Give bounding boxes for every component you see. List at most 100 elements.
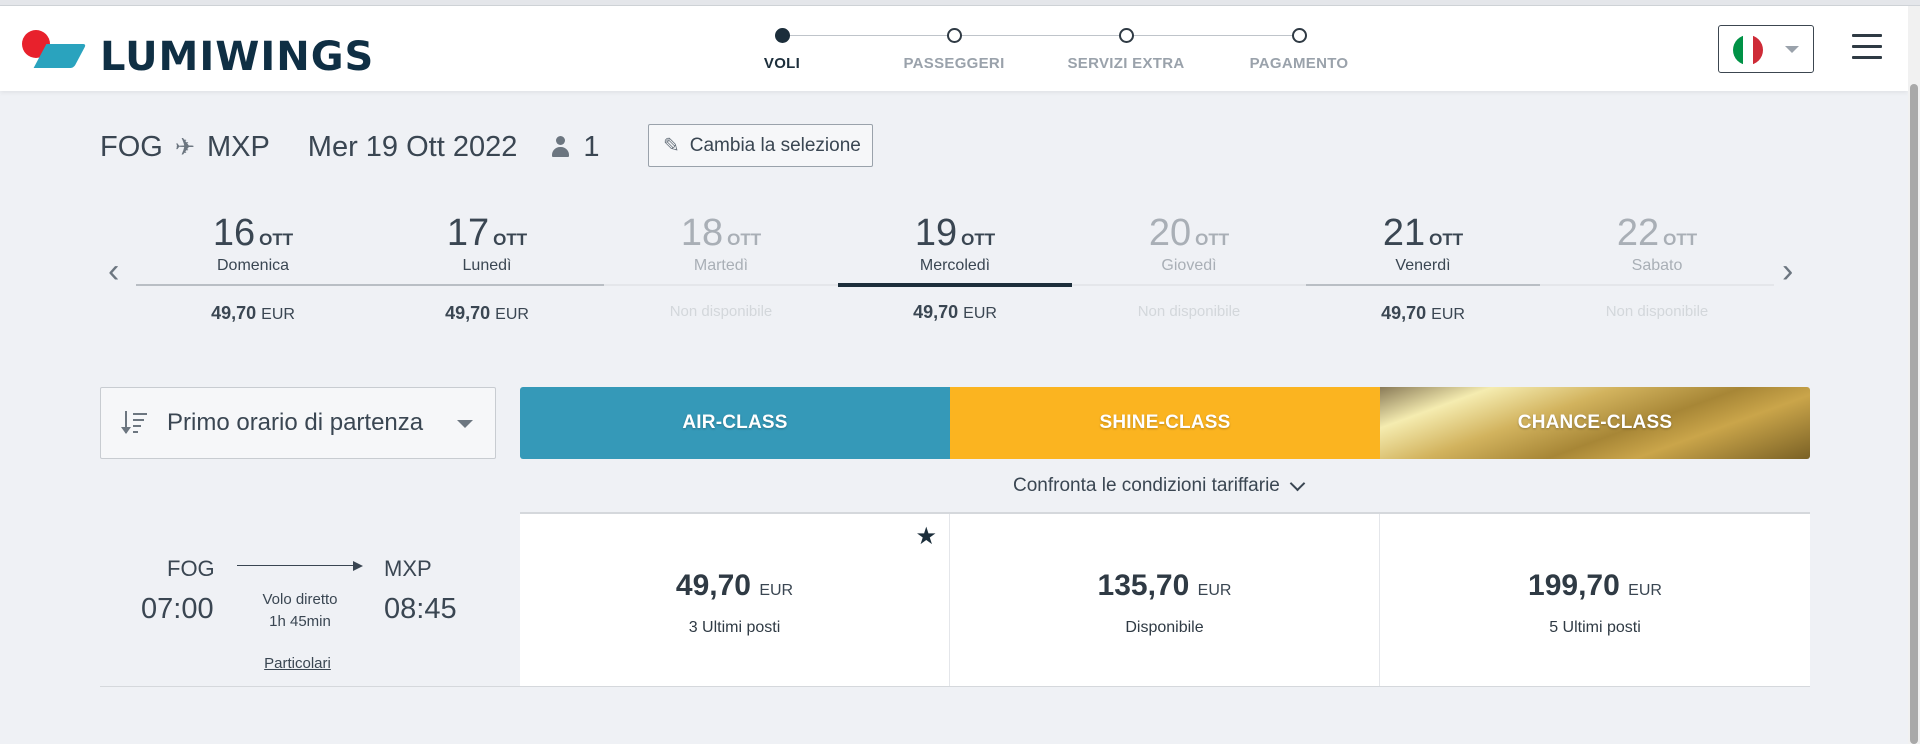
fare-amount: 135,70 EUR bbox=[950, 569, 1379, 603]
fare-currency: EUR bbox=[1197, 582, 1232, 599]
row-divider bbox=[100, 686, 1810, 687]
tab-chance-class[interactable]: CHANCE-CLASS bbox=[1380, 387, 1810, 459]
fare-availability: Disponibile bbox=[1125, 619, 1204, 636]
step-pagamento[interactable]: PAGAMENTO bbox=[1209, 28, 1389, 72]
arrival-time: 08:45 bbox=[384, 593, 457, 625]
date-underline bbox=[136, 284, 370, 286]
plane-icon: ✈ bbox=[174, 133, 195, 161]
date-weekday: Domenica bbox=[216, 257, 290, 274]
fare-air-class[interactable]: ★ 49,70 EUR 3 Ultimi posti bbox=[520, 514, 950, 686]
flight-type-label: Volo diretto bbox=[262, 591, 338, 608]
date-month: OTT bbox=[961, 230, 996, 249]
hamburger-menu-icon[interactable] bbox=[1852, 34, 1882, 60]
change-selection-button[interactable]: ✎ Cambia la selezione bbox=[648, 124, 873, 167]
compare-fares-toggle[interactable]: Confronta le condizioni tariffarie bbox=[1013, 475, 1306, 497]
date-underline bbox=[1540, 284, 1774, 286]
fare-shine-class[interactable]: 135,70 EUR Disponibile bbox=[950, 514, 1380, 686]
fare-value: 199,70 bbox=[1528, 569, 1620, 602]
price-currency: EUR bbox=[963, 305, 997, 322]
date-option: 18 OTT Martedì Non disponibile bbox=[604, 212, 838, 320]
date-price: 49,70 EUR bbox=[136, 303, 370, 324]
search-summary: FOG ✈ MXP Mer 19 Ott 2022 1 bbox=[100, 127, 600, 167]
step-passeggeri[interactable]: PASSEGGERI bbox=[864, 28, 1044, 72]
date-day: 21 bbox=[1382, 212, 1426, 254]
date-price: 49,70 EUR bbox=[838, 302, 1072, 323]
step-circle-icon bbox=[774, 28, 790, 43]
sort-label: Primo orario di partenza bbox=[167, 409, 424, 436]
date-month: OTT bbox=[1663, 230, 1698, 249]
fare-chance-class[interactable]: 199,70 EUR 5 Ultimi posti bbox=[1380, 514, 1810, 686]
date-weekday: Giovedì bbox=[1161, 257, 1217, 274]
chevron-right-icon[interactable]: › bbox=[1782, 252, 1793, 291]
travel-date: Mer 19 Ott 2022 bbox=[307, 130, 518, 163]
date-month: OTT bbox=[1429, 230, 1464, 249]
departure-time: 07:00 bbox=[141, 593, 214, 625]
chevron-down-icon bbox=[457, 420, 473, 428]
date-price: 49,70 EUR bbox=[1306, 303, 1540, 324]
date-day: 20 bbox=[1148, 212, 1192, 254]
date-weekday: Mercoledì bbox=[919, 257, 991, 274]
chevron-left-icon[interactable]: ‹ bbox=[108, 252, 119, 291]
date-day: 22 bbox=[1616, 212, 1660, 254]
arrow-right-icon bbox=[353, 561, 363, 571]
date-month: OTT bbox=[727, 230, 762, 249]
price-amount: 49,70 bbox=[913, 302, 959, 322]
date-day: 19 bbox=[914, 212, 958, 254]
fare-availability: 3 Ultimi posti bbox=[688, 619, 781, 636]
price-currency: EUR bbox=[495, 306, 529, 323]
tab-shine-class[interactable]: SHINE-CLASS bbox=[950, 387, 1380, 459]
date-underline-selected bbox=[838, 283, 1072, 287]
fare-currency: EUR bbox=[1628, 582, 1662, 599]
date-underline bbox=[1306, 284, 1540, 286]
sort-dropdown[interactable]: Primo orario di partenza bbox=[100, 387, 496, 459]
tab-air-class[interactable]: AIR-CLASS bbox=[520, 387, 950, 459]
date-option: 20 OTT Giovedì Non disponibile bbox=[1072, 212, 1306, 320]
step-circle-icon bbox=[1291, 28, 1307, 43]
step-circle-icon bbox=[1118, 28, 1134, 43]
chevron-down-icon bbox=[1785, 46, 1799, 53]
step-servizi-extra[interactable]: SERVIZI EXTRA bbox=[1036, 28, 1216, 72]
flight-duration: 1h 45min bbox=[269, 613, 331, 630]
booking-steps: VOLI PASSEGGERI SERVIZI EXTRA PAGAMENTO bbox=[760, 28, 1360, 88]
date-month: OTT bbox=[493, 230, 528, 249]
destination-code: MXP bbox=[206, 130, 270, 163]
date-option-selected[interactable]: 19 OTT Mercoledì 49,70 EUR bbox=[838, 212, 1072, 323]
lumiwings-logo[interactable]: LUMIWINGS bbox=[22, 30, 382, 80]
origin-code: FOG bbox=[100, 130, 163, 163]
price-currency: EUR bbox=[1431, 306, 1465, 323]
flight-details-link[interactable]: Particolari bbox=[260, 655, 335, 672]
date-unavailable: Non disponibile bbox=[669, 303, 773, 320]
price-currency: EUR bbox=[261, 306, 295, 323]
date-option[interactable]: 17 OTT Lunedì 49,70 EUR bbox=[370, 212, 604, 324]
scrollbar-thumb[interactable] bbox=[1910, 84, 1918, 744]
date-weekday: Venerdì bbox=[1395, 257, 1451, 274]
step-label: SERVIZI EXTRA bbox=[1067, 55, 1185, 72]
price-amount: 49,70 bbox=[1381, 303, 1427, 323]
date-weekday: Sabato bbox=[1631, 257, 1683, 274]
flight-origin: FOG bbox=[167, 556, 215, 581]
date-month: OTT bbox=[259, 230, 294, 249]
step-voli[interactable]: VOLI bbox=[692, 28, 872, 72]
date-option[interactable]: 21 OTT Venerdì 49,70 EUR bbox=[1306, 212, 1540, 324]
chevron-down-icon bbox=[1289, 475, 1306, 491]
fare-value: 135,70 bbox=[1097, 569, 1190, 602]
flight-arrow bbox=[237, 565, 357, 566]
date-option[interactable]: 16 OTT Domenica 49,70 EUR bbox=[136, 212, 370, 324]
pencil-icon: ✎ bbox=[663, 135, 680, 157]
step-label: PASSEGGERI bbox=[903, 55, 1005, 72]
date-price: 49,70 EUR bbox=[370, 303, 604, 324]
price-amount: 49,70 bbox=[211, 303, 257, 323]
sort-icon bbox=[121, 411, 149, 435]
date-day: 17 bbox=[446, 212, 490, 254]
fare-currency: EUR bbox=[759, 582, 794, 599]
fare-amount: 199,70 EUR bbox=[1380, 569, 1810, 603]
logo-text: LUMIWINGS bbox=[100, 34, 375, 80]
fare-value: 49,70 bbox=[675, 569, 751, 602]
date-underline bbox=[604, 284, 838, 286]
date-weekday: Lunedì bbox=[462, 257, 512, 274]
step-circle-icon bbox=[946, 28, 962, 43]
date-day: 18 bbox=[680, 212, 724, 254]
fare-amount: 49,70 EUR bbox=[520, 569, 949, 603]
language-selector[interactable] bbox=[1718, 25, 1814, 73]
date-day: 16 bbox=[212, 212, 256, 254]
